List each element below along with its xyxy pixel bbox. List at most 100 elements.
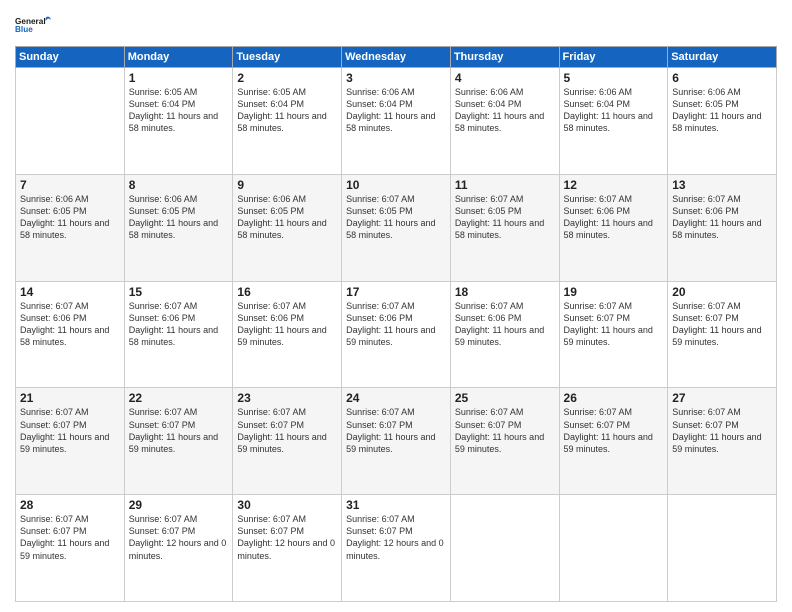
weekday-header-monday: Monday: [124, 47, 233, 68]
logo-svg: General Blue: [15, 10, 51, 40]
day-number: 2: [237, 71, 337, 85]
calendar-cell: [668, 495, 777, 602]
day-number: 21: [20, 391, 120, 405]
day-info: Sunrise: 6:07 AM Sunset: 6:07 PM Dayligh…: [237, 513, 337, 562]
calendar-cell: 9Sunrise: 6:06 AM Sunset: 6:05 PM Daylig…: [233, 174, 342, 281]
calendar-cell: 25Sunrise: 6:07 AM Sunset: 6:07 PM Dayli…: [450, 388, 559, 495]
calendar-cell: 20Sunrise: 6:07 AM Sunset: 6:07 PM Dayli…: [668, 281, 777, 388]
day-info: Sunrise: 6:07 AM Sunset: 6:06 PM Dayligh…: [346, 300, 446, 349]
weekday-header-wednesday: Wednesday: [342, 47, 451, 68]
weekday-header-friday: Friday: [559, 47, 668, 68]
day-info: Sunrise: 6:07 AM Sunset: 6:06 PM Dayligh…: [129, 300, 229, 349]
day-number: 17: [346, 285, 446, 299]
day-info: Sunrise: 6:05 AM Sunset: 6:04 PM Dayligh…: [237, 86, 337, 135]
day-info: Sunrise: 6:06 AM Sunset: 6:04 PM Dayligh…: [346, 86, 446, 135]
day-info: Sunrise: 6:07 AM Sunset: 6:07 PM Dayligh…: [564, 406, 664, 455]
day-number: 6: [672, 71, 772, 85]
day-number: 15: [129, 285, 229, 299]
day-number: 5: [564, 71, 664, 85]
day-info: Sunrise: 6:07 AM Sunset: 6:07 PM Dayligh…: [20, 406, 120, 455]
calendar-cell: 10Sunrise: 6:07 AM Sunset: 6:05 PM Dayli…: [342, 174, 451, 281]
calendar-week-row: 14Sunrise: 6:07 AM Sunset: 6:06 PM Dayli…: [16, 281, 777, 388]
calendar-cell: 6Sunrise: 6:06 AM Sunset: 6:05 PM Daylig…: [668, 68, 777, 175]
calendar-cell: 29Sunrise: 6:07 AM Sunset: 6:07 PM Dayli…: [124, 495, 233, 602]
day-number: 1: [129, 71, 229, 85]
day-number: 14: [20, 285, 120, 299]
day-number: 8: [129, 178, 229, 192]
calendar-cell: 14Sunrise: 6:07 AM Sunset: 6:06 PM Dayli…: [16, 281, 125, 388]
calendar-cell: 8Sunrise: 6:06 AM Sunset: 6:05 PM Daylig…: [124, 174, 233, 281]
day-number: 26: [564, 391, 664, 405]
day-info: Sunrise: 6:07 AM Sunset: 6:07 PM Dayligh…: [672, 300, 772, 349]
day-info: Sunrise: 6:07 AM Sunset: 6:07 PM Dayligh…: [455, 406, 555, 455]
calendar-cell: 16Sunrise: 6:07 AM Sunset: 6:06 PM Dayli…: [233, 281, 342, 388]
day-number: 30: [237, 498, 337, 512]
weekday-header-sunday: Sunday: [16, 47, 125, 68]
day-number: 20: [672, 285, 772, 299]
calendar-cell: 19Sunrise: 6:07 AM Sunset: 6:07 PM Dayli…: [559, 281, 668, 388]
calendar-cell: 27Sunrise: 6:07 AM Sunset: 6:07 PM Dayli…: [668, 388, 777, 495]
day-number: 29: [129, 498, 229, 512]
calendar-cell: 24Sunrise: 6:07 AM Sunset: 6:07 PM Dayli…: [342, 388, 451, 495]
day-number: 31: [346, 498, 446, 512]
calendar-cell: [16, 68, 125, 175]
day-number: 7: [20, 178, 120, 192]
day-info: Sunrise: 6:07 AM Sunset: 6:06 PM Dayligh…: [672, 193, 772, 242]
day-info: Sunrise: 6:07 AM Sunset: 6:07 PM Dayligh…: [20, 513, 120, 562]
calendar-cell: [450, 495, 559, 602]
calendar-cell: 28Sunrise: 6:07 AM Sunset: 6:07 PM Dayli…: [16, 495, 125, 602]
day-number: 16: [237, 285, 337, 299]
calendar-cell: 11Sunrise: 6:07 AM Sunset: 6:05 PM Dayli…: [450, 174, 559, 281]
day-number: 18: [455, 285, 555, 299]
day-info: Sunrise: 6:06 AM Sunset: 6:04 PM Dayligh…: [564, 86, 664, 135]
calendar-cell: 30Sunrise: 6:07 AM Sunset: 6:07 PM Dayli…: [233, 495, 342, 602]
svg-text:General: General: [15, 17, 46, 26]
calendar-cell: 22Sunrise: 6:07 AM Sunset: 6:07 PM Dayli…: [124, 388, 233, 495]
calendar-cell: 23Sunrise: 6:07 AM Sunset: 6:07 PM Dayli…: [233, 388, 342, 495]
calendar-cell: 31Sunrise: 6:07 AM Sunset: 6:07 PM Dayli…: [342, 495, 451, 602]
calendar-cell: 13Sunrise: 6:07 AM Sunset: 6:06 PM Dayli…: [668, 174, 777, 281]
day-info: Sunrise: 6:05 AM Sunset: 6:04 PM Dayligh…: [129, 86, 229, 135]
calendar-cell: [559, 495, 668, 602]
weekday-header-saturday: Saturday: [668, 47, 777, 68]
calendar-week-row: 7Sunrise: 6:06 AM Sunset: 6:05 PM Daylig…: [16, 174, 777, 281]
calendar-cell: 15Sunrise: 6:07 AM Sunset: 6:06 PM Dayli…: [124, 281, 233, 388]
day-number: 10: [346, 178, 446, 192]
day-info: Sunrise: 6:06 AM Sunset: 6:05 PM Dayligh…: [20, 193, 120, 242]
calendar-week-row: 21Sunrise: 6:07 AM Sunset: 6:07 PM Dayli…: [16, 388, 777, 495]
calendar-cell: 3Sunrise: 6:06 AM Sunset: 6:04 PM Daylig…: [342, 68, 451, 175]
day-number: 27: [672, 391, 772, 405]
day-info: Sunrise: 6:06 AM Sunset: 6:04 PM Dayligh…: [455, 86, 555, 135]
day-info: Sunrise: 6:07 AM Sunset: 6:06 PM Dayligh…: [455, 300, 555, 349]
logo: General Blue: [15, 10, 51, 40]
calendar-table: SundayMondayTuesdayWednesdayThursdayFrid…: [15, 46, 777, 602]
day-number: 23: [237, 391, 337, 405]
day-number: 12: [564, 178, 664, 192]
day-info: Sunrise: 6:07 AM Sunset: 6:07 PM Dayligh…: [564, 300, 664, 349]
calendar-week-row: 1Sunrise: 6:05 AM Sunset: 6:04 PM Daylig…: [16, 68, 777, 175]
day-number: 22: [129, 391, 229, 405]
calendar-cell: 2Sunrise: 6:05 AM Sunset: 6:04 PM Daylig…: [233, 68, 342, 175]
header: General Blue: [15, 10, 777, 40]
day-number: 11: [455, 178, 555, 192]
day-info: Sunrise: 6:06 AM Sunset: 6:05 PM Dayligh…: [237, 193, 337, 242]
day-info: Sunrise: 6:07 AM Sunset: 6:07 PM Dayligh…: [129, 513, 229, 562]
day-info: Sunrise: 6:06 AM Sunset: 6:05 PM Dayligh…: [672, 86, 772, 135]
calendar-cell: 12Sunrise: 6:07 AM Sunset: 6:06 PM Dayli…: [559, 174, 668, 281]
calendar-cell: 5Sunrise: 6:06 AM Sunset: 6:04 PM Daylig…: [559, 68, 668, 175]
day-info: Sunrise: 6:07 AM Sunset: 6:06 PM Dayligh…: [20, 300, 120, 349]
svg-text:Blue: Blue: [15, 25, 33, 34]
weekday-header-row: SundayMondayTuesdayWednesdayThursdayFrid…: [16, 47, 777, 68]
day-info: Sunrise: 6:07 AM Sunset: 6:07 PM Dayligh…: [129, 406, 229, 455]
day-info: Sunrise: 6:07 AM Sunset: 6:07 PM Dayligh…: [346, 406, 446, 455]
day-number: 25: [455, 391, 555, 405]
day-number: 3: [346, 71, 446, 85]
day-info: Sunrise: 6:06 AM Sunset: 6:05 PM Dayligh…: [129, 193, 229, 242]
day-number: 24: [346, 391, 446, 405]
calendar-cell: 18Sunrise: 6:07 AM Sunset: 6:06 PM Dayli…: [450, 281, 559, 388]
day-number: 4: [455, 71, 555, 85]
weekday-header-thursday: Thursday: [450, 47, 559, 68]
calendar-cell: 26Sunrise: 6:07 AM Sunset: 6:07 PM Dayli…: [559, 388, 668, 495]
day-info: Sunrise: 6:07 AM Sunset: 6:07 PM Dayligh…: [672, 406, 772, 455]
day-info: Sunrise: 6:07 AM Sunset: 6:06 PM Dayligh…: [564, 193, 664, 242]
